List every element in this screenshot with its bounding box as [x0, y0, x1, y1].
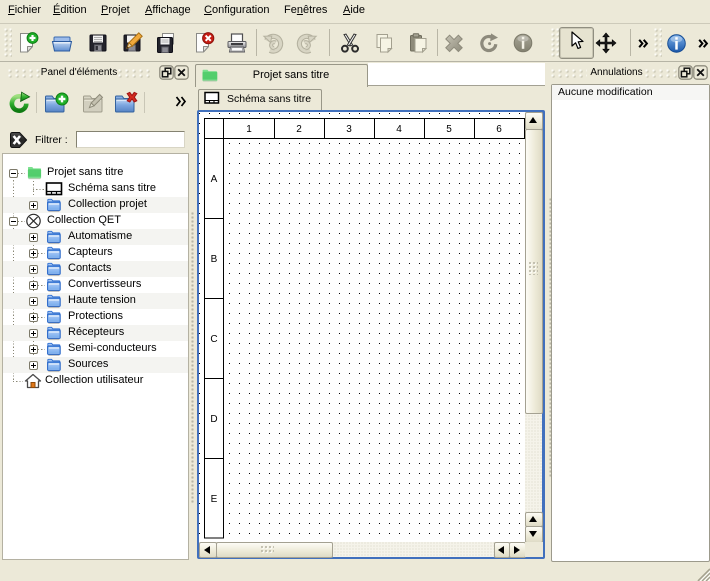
- svg-text:A: A: [211, 174, 218, 185]
- svg-text:B: B: [211, 254, 218, 265]
- svg-text:D: D: [210, 414, 217, 425]
- svg-text:C: C: [210, 334, 217, 345]
- svg-text:E: E: [211, 494, 218, 505]
- svg-text:4: 4: [396, 124, 402, 135]
- svg-text:3: 3: [346, 124, 352, 135]
- svg-text:5: 5: [446, 124, 452, 135]
- svg-text:1: 1: [246, 124, 252, 135]
- svg-text:6: 6: [496, 124, 502, 135]
- svg-text:2: 2: [296, 124, 302, 135]
